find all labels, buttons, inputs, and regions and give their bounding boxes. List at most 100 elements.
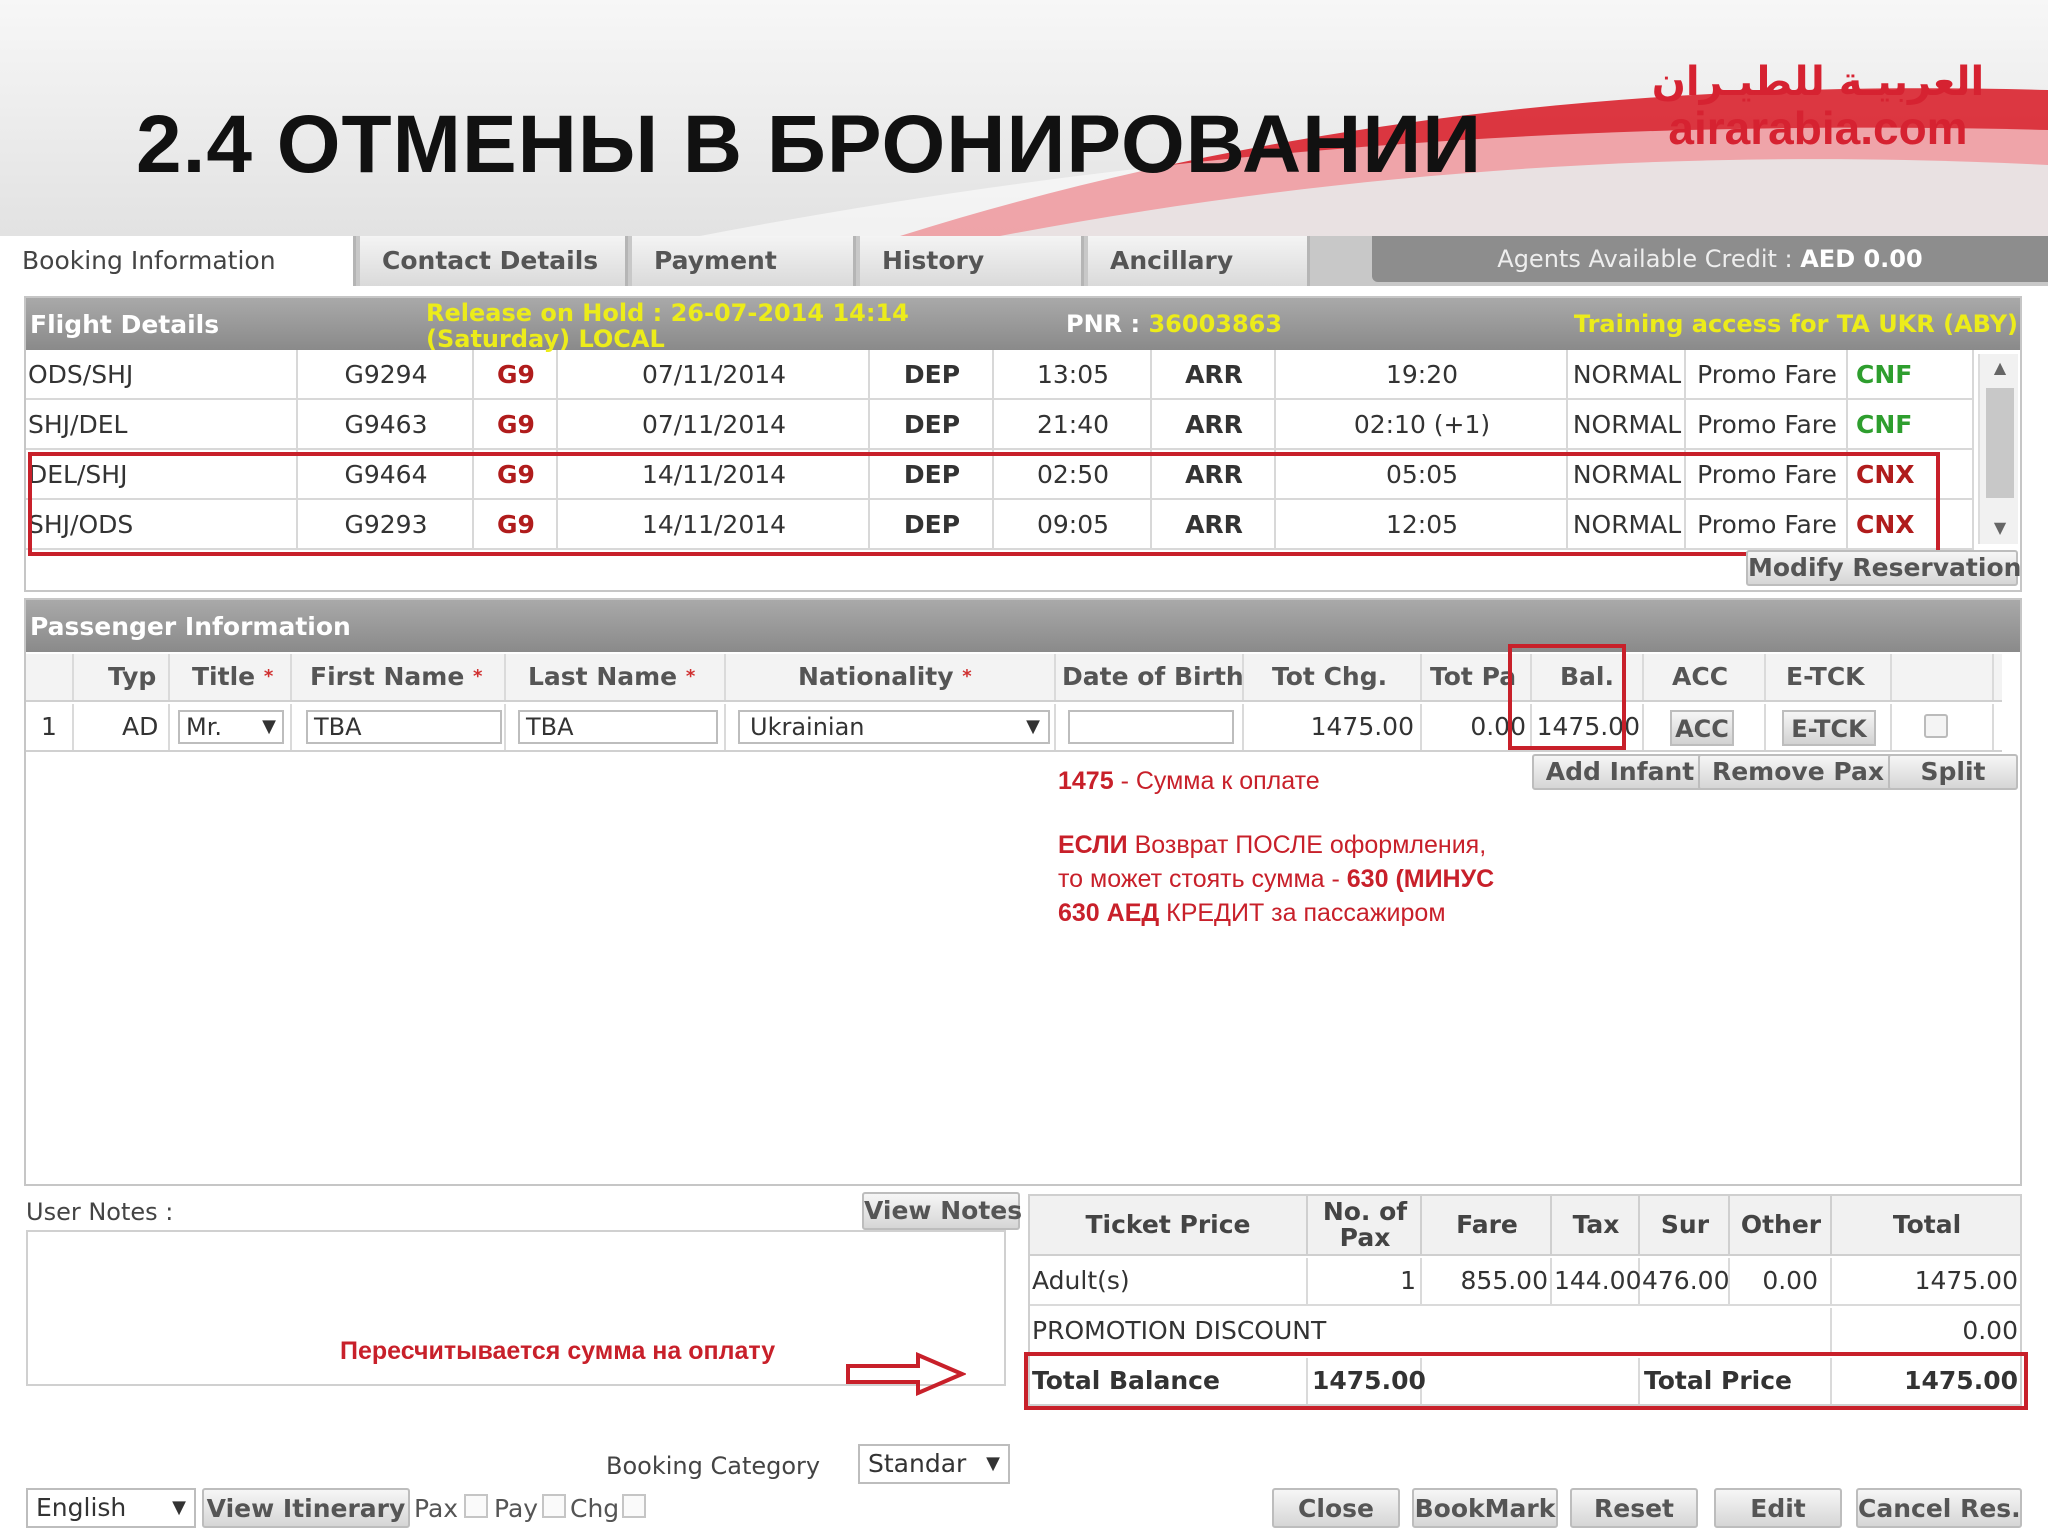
pnr: PNR : 36003863 (1066, 310, 1282, 338)
col-last-name-label: Last Name (528, 662, 678, 691)
pax-tot-chg: 1475.00 (1246, 704, 1422, 750)
promo-value: 0.00 (1962, 1316, 2018, 1345)
hold-line-1: Release on Hold : 26-07-2014 14:14 (426, 299, 909, 327)
etck-button[interactable]: E-TCK (1782, 710, 1876, 746)
col-first-name: First Name * (294, 654, 506, 700)
first-name-input[interactable]: TBA (306, 710, 502, 744)
acc-button[interactable]: ACC (1670, 710, 1734, 746)
flight-row[interactable]: ODS/SHJ G9294 G9 07/11/2014 DEP 13:05 ARR 19:20… (26, 350, 1974, 400)
tab-history[interactable]: History (860, 236, 1084, 286)
flight-dep: DEP (872, 350, 994, 400)
last-name-input[interactable]: TBA (518, 710, 718, 744)
tab-payment[interactable]: Payment (632, 236, 856, 286)
pay-label: Pay (494, 1494, 539, 1523)
chg-label: Chg (570, 1494, 620, 1523)
refund-line-1: ЕСЛИ Возврат ПОСЛЕ оформления, (1058, 828, 1494, 862)
logo-latin: airarabia.com (1668, 102, 1968, 154)
adult-fare: 855.00 (1424, 1258, 1552, 1304)
refund-line-3: 630 АЕД КРЕДИТ за пассажиром (1058, 896, 1494, 930)
flight-carrier: G9 (476, 350, 558, 400)
flight-flight: G9463 (300, 400, 474, 450)
passenger-row: 1 AD Mr. ▼ TBA TBA Ukrainian ▼ 1475.00 0.0… (26, 704, 2002, 752)
adult-tax: 144.00 (1554, 1258, 1641, 1304)
flight-class: NORMAL (1570, 400, 1686, 450)
view-itinerary-button[interactable]: View Itinerary (202, 1488, 410, 1528)
language-select[interactable]: English ▼ (26, 1488, 196, 1528)
chevron-down-icon: ▼ (262, 716, 276, 737)
flight-arr-time: 02:10 (+1) (1278, 400, 1568, 450)
flight-details-title: Flight Details (30, 310, 220, 339)
adult-pax: 1 (1310, 1258, 1422, 1304)
close-button[interactable]: Close (1272, 1488, 1400, 1528)
required-mark: * (263, 666, 274, 687)
flight-date: 07/11/2014 (560, 350, 870, 400)
view-notes-button[interactable]: View Notes (862, 1192, 1022, 1230)
chevron-down-icon: ▼ (172, 1497, 186, 1518)
totals-highlight (1024, 1352, 2028, 1410)
amount-text: - Сумма к оплате (1113, 767, 1320, 795)
remove-pax-button[interactable]: Remove Pax (1698, 754, 1898, 790)
tab-bar: Booking Information Contact Details Paym… (0, 236, 2048, 286)
pax-type: AD (76, 704, 170, 750)
amount-number: 1475 (1058, 767, 1114, 795)
required-mark: * (473, 666, 483, 687)
pax-checkbox[interactable] (464, 1494, 488, 1518)
refund-l3-text: КРЕДИТ за пассажиром (1159, 899, 1446, 927)
split-button[interactable]: Split (1888, 754, 2018, 790)
refund-l2-bold: 630 (МИНУС (1346, 865, 1495, 893)
th-total: Total (1892, 1210, 1962, 1239)
passenger-checkbox[interactable] (1924, 714, 1948, 738)
refund-l1-bold: ЕСЛИ (1058, 831, 1128, 859)
chg-checkbox[interactable] (622, 1494, 646, 1518)
tab-booking-information[interactable]: Booking Information (0, 236, 356, 286)
pay-checkbox[interactable] (542, 1494, 566, 1518)
price-table-header: Ticket Price No. of Pax Fare Tax Sur Oth… (1030, 1196, 2020, 1256)
pax-last-cell: TBA (508, 704, 726, 750)
col-index (26, 654, 74, 700)
nationality-select[interactable]: Ukrainian ▼ (738, 710, 1050, 744)
col-select (1894, 654, 1994, 700)
passenger-panel: Passenger Information Typ Title * First … (24, 598, 2022, 1186)
slide-header: 2.4 ОТМЕНЫ В БРОНИРОВАНИИ العربيـة للطيـ… (0, 0, 2048, 236)
col-title-label: Title (192, 662, 256, 691)
amount-annotation: 1475 - Сумма к оплате (1058, 764, 1320, 798)
booking-category-select[interactable]: Standar ▼ (858, 1444, 1010, 1484)
training-access: Training access for TA UKR (ABY) (1573, 310, 2018, 338)
flight-row[interactable]: SHJ/DEL G9463 G9 07/11/2014 DEP 21:40 ARR 02:10… (26, 400, 1974, 450)
pax-index: 1 (26, 704, 74, 750)
flight-route: ODS/SHJ (26, 350, 298, 400)
col-type: Typ (76, 654, 170, 700)
pnr-value: 36003863 (1148, 310, 1283, 338)
add-infant-button[interactable]: Add Infant (1532, 754, 1708, 790)
release-on-hold: Release on Hold : 26-07-2014 14:14 (Satu… (426, 300, 986, 352)
reset-button[interactable]: Reset (1570, 1488, 1698, 1528)
col-nationality-label: Nationality (798, 662, 954, 691)
chevron-down-icon: ▼ (986, 1453, 1000, 1474)
scroll-up-icon[interactable]: ▲ (1980, 358, 2020, 377)
refund-line-2: то может стоять сумма - 630 (МИНУС (1058, 862, 1494, 896)
credit-label: Agents Available Credit : (1497, 245, 1801, 273)
col-nationality: Nationality * (728, 654, 1056, 700)
tab-ancillary[interactable]: Ancillary (1088, 236, 1310, 286)
recalc-annotation: Пересчитывается сумма на оплату (340, 1337, 776, 1365)
chevron-down-icon: ▼ (1026, 716, 1040, 737)
modify-reservation-button[interactable]: Modify Reservation (1746, 550, 2021, 586)
title-select[interactable]: Mr. ▼ (178, 710, 284, 744)
th-ticket-price: Ticket Price (1030, 1196, 1308, 1254)
pnr-label: PNR : (1066, 310, 1149, 338)
hold-line-2: (Saturday) LOCAL (426, 325, 665, 353)
flight-scrollbar[interactable]: ▲ ▼ (1978, 354, 2018, 544)
scroll-thumb[interactable] (1986, 388, 2014, 498)
th-other: Other (1732, 1196, 1832, 1254)
cancel-reservation-button[interactable]: Cancel Res. (1856, 1488, 2022, 1528)
pax-label: Pax (414, 1494, 459, 1523)
col-dob: Date of Birth (1058, 654, 1244, 700)
agent-credit: Agents Available Credit : AED 0.00 (1372, 236, 2048, 282)
tab-contact-details[interactable]: Contact Details (360, 236, 628, 286)
bookmark-button[interactable]: BookMark (1412, 1488, 1558, 1528)
dob-input[interactable] (1068, 710, 1234, 744)
edit-button[interactable]: Edit (1714, 1488, 1842, 1528)
logo-arabic: العربيـة للطيـران (1651, 59, 1985, 105)
refund-l1-text: Возврат ПОСЛЕ оформления, (1127, 831, 1487, 859)
scroll-down-icon[interactable]: ▼ (1980, 518, 2020, 537)
